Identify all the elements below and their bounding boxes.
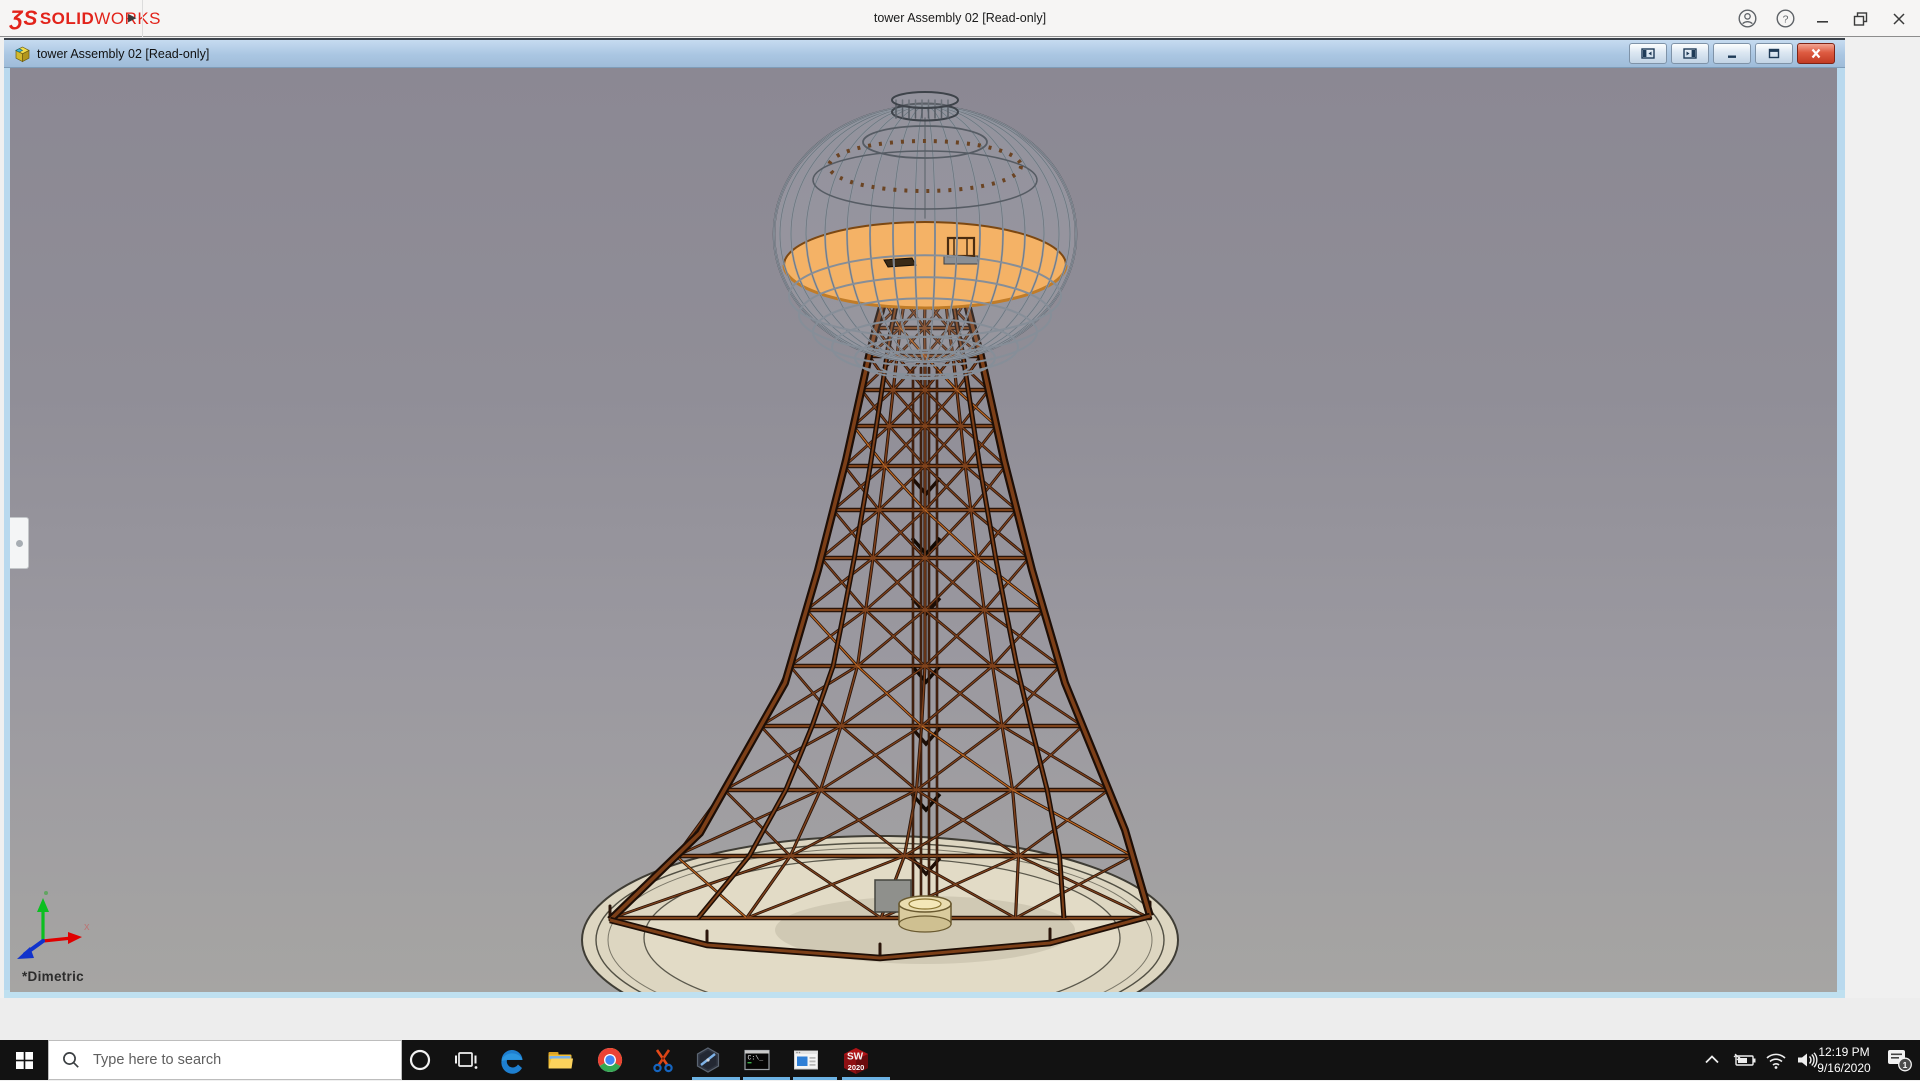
close-icon[interactable] xyxy=(1797,43,1835,64)
clock-time: 12:19 PM xyxy=(1808,1044,1880,1060)
wifi-icon[interactable] xyxy=(1765,1050,1785,1070)
solidworks-2020-icon[interactable]: SW 2020 xyxy=(841,1046,869,1074)
start-icon xyxy=(16,1052,33,1069)
edge-icon[interactable] xyxy=(498,1046,526,1074)
app-window-title: tower Assembly 02 [Read-only] xyxy=(0,0,1920,37)
search-input[interactable] xyxy=(93,1052,373,1068)
clock-date: 9/16/2020 xyxy=(1808,1060,1880,1076)
battery-icon[interactable] xyxy=(1733,1050,1753,1070)
file-explorer-icon[interactable] xyxy=(546,1046,574,1074)
cortana-icon[interactable] xyxy=(406,1046,434,1074)
app-background-strip xyxy=(0,998,1920,1040)
account-icon[interactable] xyxy=(1732,4,1762,34)
snipping-tool-icon[interactable] xyxy=(649,1046,677,1074)
search-icon xyxy=(49,1051,93,1069)
photos-app-icon[interactable] xyxy=(792,1046,820,1074)
command-prompt-icon[interactable]: C:\_ xyxy=(743,1046,771,1074)
svg-text:1: 1 xyxy=(1903,1060,1908,1070)
restore-icon[interactable] xyxy=(1846,4,1876,34)
minimize-icon[interactable] xyxy=(1713,43,1751,64)
document-window: tower Assembly 02 [Read-only] x xyxy=(4,38,1845,998)
taskbar: C:\_ SW 2020 xyxy=(0,1040,1920,1080)
restore-icon[interactable] xyxy=(1755,43,1793,64)
start-button[interactable] xyxy=(0,1040,48,1080)
task-view-icon[interactable] xyxy=(452,1046,480,1074)
taskbar-clock[interactable]: 12:19 PM 9/16/2020 xyxy=(1808,1044,1880,1076)
document-title: tower Assembly 02 [Read-only] xyxy=(37,47,209,61)
triad-x-label: x xyxy=(84,921,90,933)
svg-text:C:\_: C:\_ xyxy=(748,1055,764,1062)
split-right-icon[interactable] xyxy=(1671,43,1709,64)
svg-text:2020: 2020 xyxy=(848,1063,865,1072)
chevron-up-icon[interactable] xyxy=(1702,1050,1722,1070)
view-orientation-label: *Dimetric xyxy=(22,969,84,984)
featuremanager-splitter-handle[interactable] xyxy=(10,517,29,569)
document-titlebar[interactable]: tower Assembly 02 [Read-only] xyxy=(4,40,1845,68)
orientation-triad: x xyxy=(17,891,90,959)
document-border-right xyxy=(1837,68,1845,994)
splitter-dot xyxy=(16,540,23,547)
split-left-icon[interactable] xyxy=(1629,43,1667,64)
app-titlebar: ƷS SOLID WORKS ▶ tower Assembly 02 [Read… xyxy=(0,0,1920,37)
help-icon[interactable]: ? xyxy=(1770,4,1800,34)
svg-text:SW: SW xyxy=(847,1052,864,1063)
assembly-document-icon xyxy=(14,46,31,63)
dome xyxy=(774,92,1076,379)
tower-model: x xyxy=(10,68,1837,992)
svg-text:?: ? xyxy=(1782,13,1788,25)
graphics-viewport[interactable]: x *Dimetric xyxy=(10,68,1837,992)
notification-icon[interactable]: 1 xyxy=(1886,1048,1906,1068)
minimize-icon[interactable] xyxy=(1808,4,1838,34)
taskbar-search[interactable] xyxy=(48,1040,402,1080)
hexagon-app-icon[interactable] xyxy=(694,1046,722,1074)
chrome-icon[interactable] xyxy=(596,1046,624,1074)
close-icon[interactable] xyxy=(1884,4,1914,34)
